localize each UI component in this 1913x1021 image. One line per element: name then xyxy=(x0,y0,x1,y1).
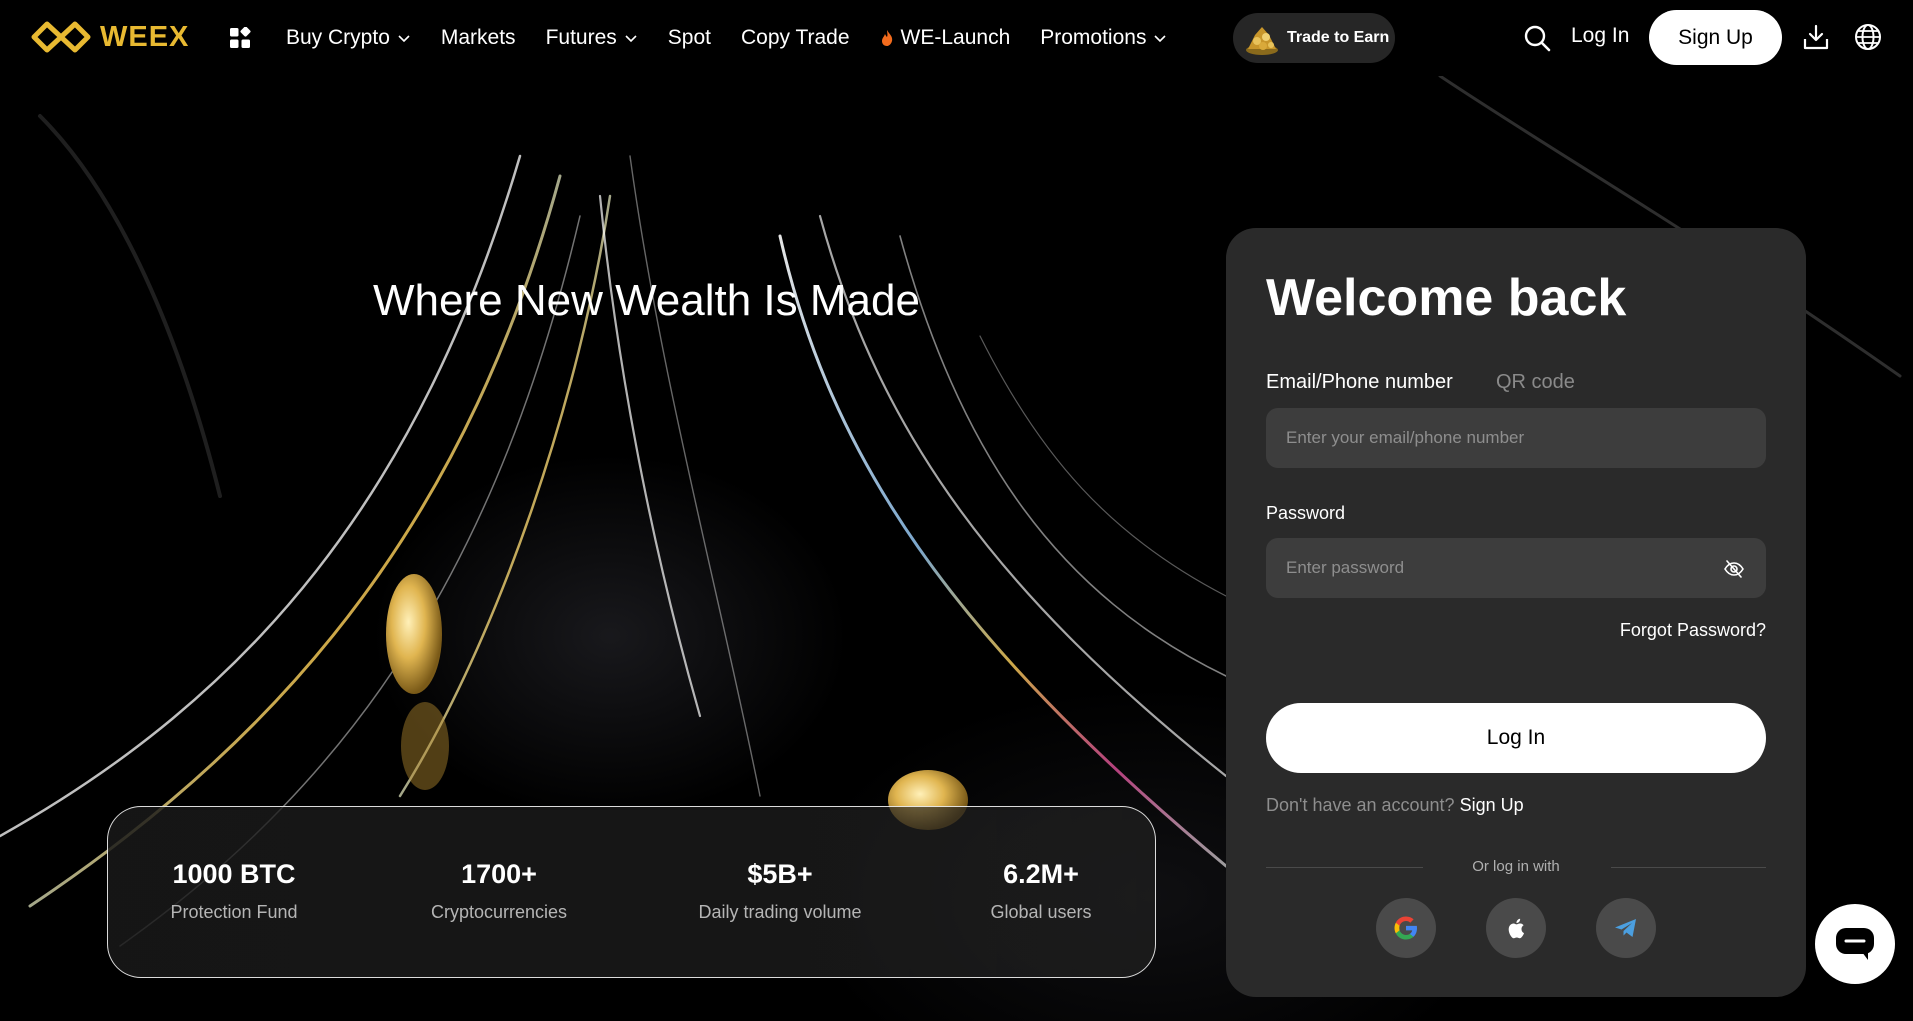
chevron-down-icon xyxy=(398,35,410,43)
apps-grid-icon[interactable] xyxy=(229,27,251,49)
download-icon[interactable] xyxy=(1803,24,1829,50)
nav-copy-trade-label: Copy Trade xyxy=(740,26,850,49)
divider xyxy=(1611,867,1766,868)
top-navigation: WEEX Buy Crypto Markets Futures Spot Cop… xyxy=(0,0,1913,76)
stat-label: Global users xyxy=(990,902,1092,922)
google-login-button[interactable] xyxy=(1376,898,1436,958)
gold-coins-icon xyxy=(1246,27,1278,55)
weex-logo-mark-icon xyxy=(31,21,91,53)
hero-title: Where New Wealth Is Made xyxy=(373,276,920,325)
nav-buy-crypto[interactable]: Buy Crypto xyxy=(286,26,411,50)
stat-daily-volume: $5B+ Daily trading volume xyxy=(670,859,890,923)
eye-off-icon[interactable] xyxy=(1724,560,1744,578)
tab-qr-code[interactable]: QR code xyxy=(1496,371,1575,394)
nav-markets[interactable]: Markets xyxy=(441,26,516,50)
telegram-login-button[interactable] xyxy=(1596,898,1656,958)
stat-value: 1700+ xyxy=(461,859,537,889)
weex-logo[interactable]: WEEX xyxy=(30,18,189,56)
chevron-down-icon xyxy=(1154,35,1167,43)
nav-signup-button[interactable]: Sign Up xyxy=(1649,10,1782,65)
search-icon[interactable] xyxy=(1523,24,1551,52)
brand-name: WEEX xyxy=(100,20,190,53)
stats-panel: 1000 BTC Protection Fund 1700+ Cryptocur… xyxy=(107,806,1156,978)
nav-futures-label: Futures xyxy=(545,26,617,49)
fire-icon xyxy=(881,30,892,46)
support-chat-button[interactable] xyxy=(1815,904,1895,984)
login-card-title: Welcome back xyxy=(1266,269,1627,327)
no-account-text: Don't have an account? xyxy=(1266,795,1455,815)
password-input[interactable] xyxy=(1266,538,1766,598)
tab-email-phone[interactable]: Email/Phone number xyxy=(1266,371,1453,394)
nav-buy-crypto-label: Buy Crypto xyxy=(286,26,390,49)
nav-promotions[interactable]: Promotions xyxy=(1040,26,1167,50)
nav-copy-trade[interactable]: Copy Trade xyxy=(741,26,850,50)
stat-value: 6.2M+ xyxy=(1003,859,1079,889)
stat-value: 1000 BTC xyxy=(172,859,296,889)
nav-spot[interactable]: Spot xyxy=(668,26,711,50)
stat-protection-fund: 1000 BTC Protection Fund xyxy=(124,859,344,923)
nav-futures[interactable]: Futures xyxy=(546,26,638,50)
login-card: Welcome back Email/Phone number QR code … xyxy=(1226,228,1806,997)
stat-label: Protection Fund xyxy=(170,902,298,922)
nav-spot-label: Spot xyxy=(667,26,711,49)
google-icon xyxy=(1394,916,1417,940)
login-button[interactable]: Log In xyxy=(1266,703,1766,773)
forgot-password-link[interactable]: Forgot Password? xyxy=(1620,620,1766,641)
stat-label: Cryptocurrencies xyxy=(430,902,568,922)
globe-icon[interactable] xyxy=(1854,23,1882,51)
nav-markets-label: Markets xyxy=(440,26,516,49)
signup-link[interactable]: Sign Up xyxy=(1460,795,1524,815)
apple-login-button[interactable] xyxy=(1486,898,1546,958)
nav-promotions-label: Promotions xyxy=(1040,26,1147,49)
nav-login-link[interactable]: Log In xyxy=(1571,24,1629,48)
chat-bubble-icon xyxy=(1836,928,1874,960)
stat-cryptocurrencies: 1700+ Cryptocurrencies xyxy=(389,859,609,923)
apple-icon xyxy=(1508,918,1524,939)
telegram-icon xyxy=(1615,919,1636,937)
email-phone-input[interactable] xyxy=(1266,408,1766,468)
stat-global-users: 6.2M+ Global users xyxy=(931,859,1151,923)
trade-to-earn-button[interactable]: Trade to Earn xyxy=(1233,13,1395,63)
stat-label: Daily trading volume xyxy=(698,902,862,922)
nav-we-launch[interactable]: WE-Launch xyxy=(880,26,1011,50)
main-menu: Buy Crypto Markets Futures Spot Copy Tra… xyxy=(286,0,1197,76)
stat-value: $5B+ xyxy=(747,859,813,889)
trade-to-earn-label: Trade to Earn xyxy=(1287,29,1390,46)
chevron-down-icon xyxy=(625,35,637,43)
signup-prompt: Don't have an account? Sign Up xyxy=(1266,795,1524,816)
password-label: Password xyxy=(1266,503,1346,523)
nav-we-launch-label: WE-Launch xyxy=(900,26,1011,49)
